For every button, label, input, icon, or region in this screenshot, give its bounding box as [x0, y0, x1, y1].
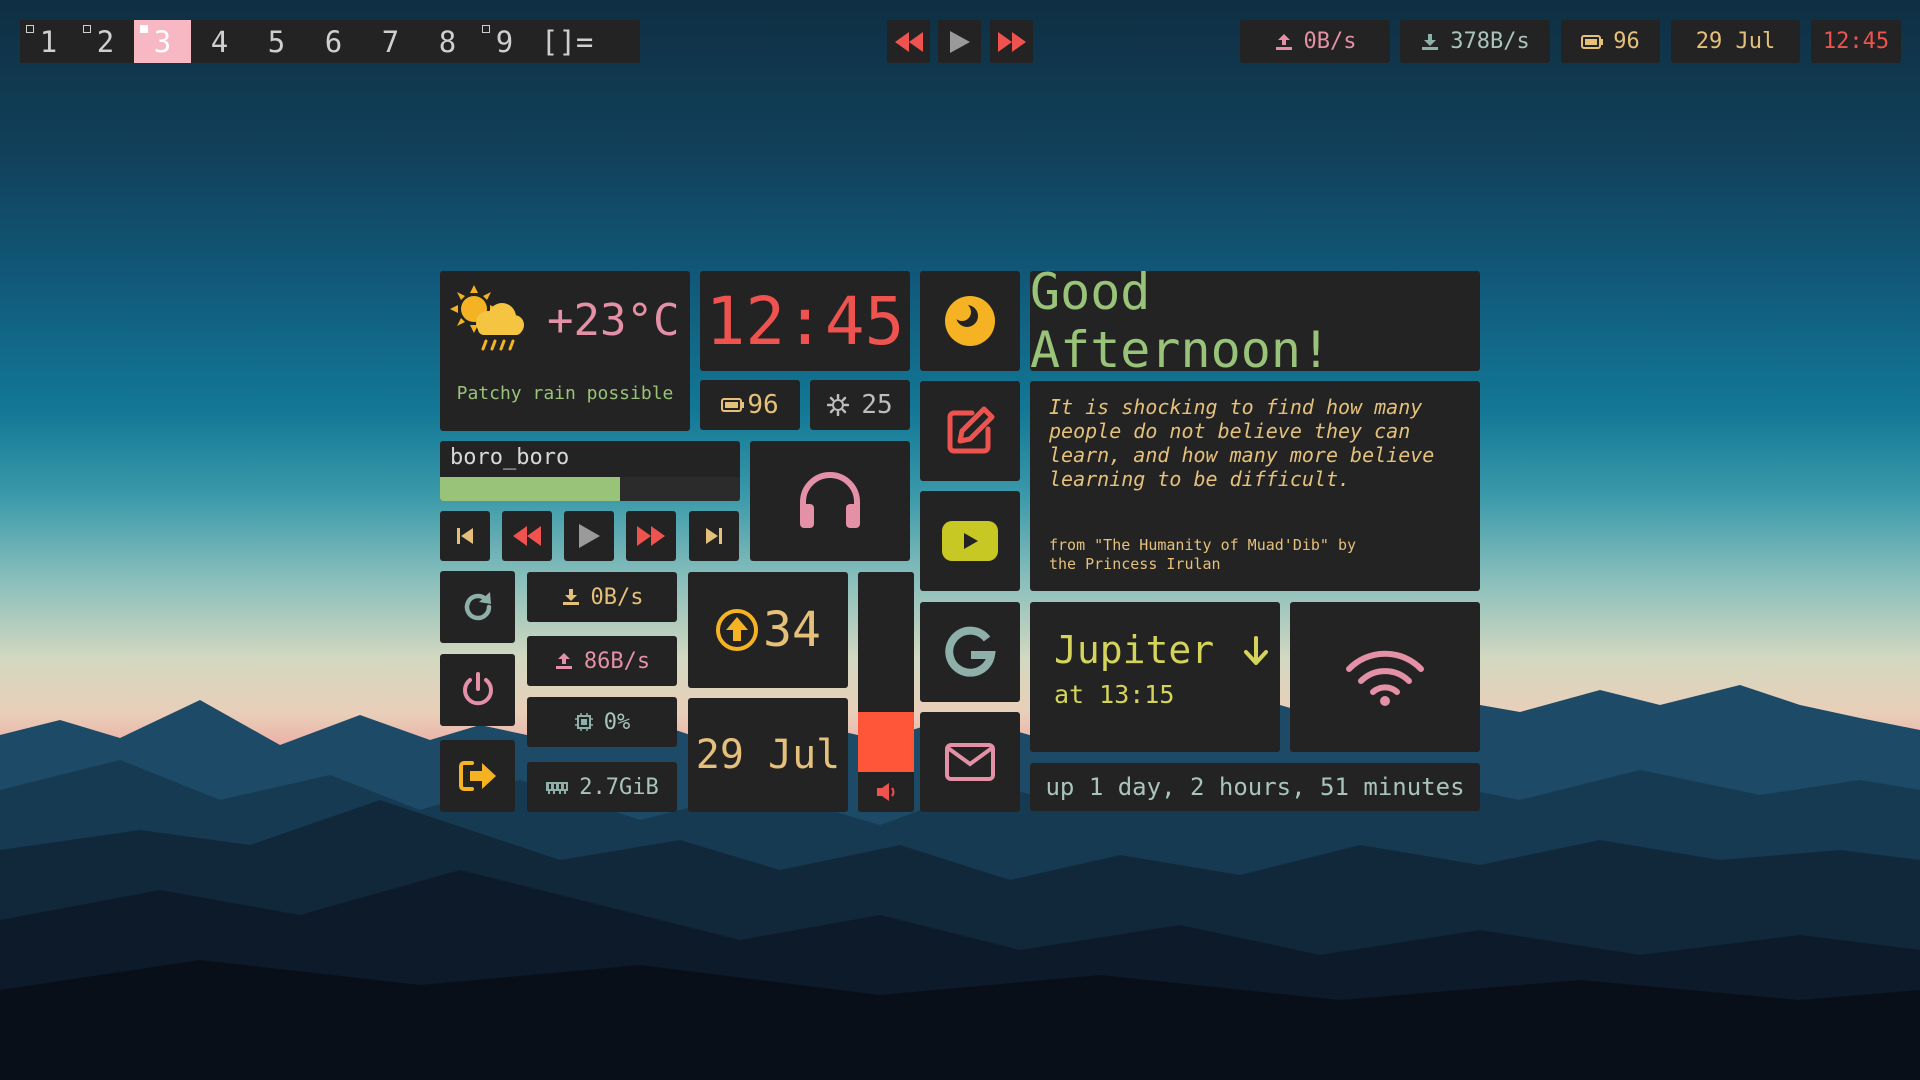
- updates-widget[interactable]: 34: [688, 572, 848, 688]
- ram-widget: 2.7GiB: [527, 762, 677, 812]
- music-progress-fill: [440, 477, 620, 501]
- volume-track[interactable]: [858, 572, 914, 772]
- upgrade-arrow-icon: [716, 609, 759, 651]
- memory-icon: [546, 782, 569, 794]
- occupied-indicator: [26, 25, 34, 33]
- youtube-launcher[interactable]: [920, 491, 1020, 591]
- song-title: boro_boro: [450, 445, 570, 470]
- quote-text: It is shocking to find how many people d…: [1049, 395, 1435, 491]
- rewind-icon: [513, 526, 541, 546]
- upload-speed-pill: 0B/s: [1240, 20, 1390, 63]
- layout-indicator[interactable]: []=: [541, 25, 593, 59]
- music-forward-button[interactable]: [626, 511, 676, 561]
- uptime-widget: up 1 day, 2 hours, 51 minutes: [1030, 763, 1480, 811]
- music-progress-track[interactable]: [440, 477, 740, 501]
- date-widget: 29 Jul: [688, 698, 848, 812]
- download-icon: [562, 589, 579, 605]
- volume-icon: [877, 783, 895, 801]
- workspace-tag-7[interactable]: 7: [362, 20, 419, 63]
- workspace-tag-6[interactable]: 6: [305, 20, 362, 63]
- temperature: +23°C: [547, 295, 680, 346]
- date-pill: 29 Jul: [1671, 20, 1800, 63]
- refresh-icon: [464, 592, 491, 621]
- power-button[interactable]: [440, 654, 515, 726]
- play-icon: [949, 30, 970, 53]
- music-previous-button[interactable]: [440, 511, 490, 561]
- mail-icon: [945, 743, 995, 781]
- quote-widget: It is shocking to find how many people d…: [1030, 381, 1480, 591]
- brightness-widget[interactable]: 25: [810, 380, 910, 430]
- upload-icon: [555, 653, 572, 669]
- music-info-widget: boro_boro: [440, 441, 740, 501]
- workspace-tag-8[interactable]: 8: [419, 20, 476, 63]
- mail-launcher[interactable]: [920, 712, 1020, 812]
- workspace-tag-2[interactable]: 2: [77, 20, 134, 63]
- cpu-widget: 0%: [527, 697, 677, 747]
- music-player-widget[interactable]: [750, 441, 910, 561]
- planet-time: at 13:15: [1054, 680, 1175, 709]
- workspace-tag-9[interactable]: 9: [476, 20, 533, 63]
- top-forward-button[interactable]: [990, 20, 1033, 63]
- logout-button[interactable]: [440, 740, 515, 812]
- occupied-indicator: [482, 25, 490, 33]
- upload-icon: [1275, 33, 1292, 50]
- download-speed-pill: 378B/s: [1400, 20, 1550, 63]
- fast-forward-icon: [637, 526, 665, 546]
- occupied-indicator: [140, 25, 148, 33]
- battery-pill: 96: [1561, 20, 1660, 63]
- battery-icon: [721, 398, 745, 412]
- volume-widget[interactable]: [858, 572, 914, 812]
- weather-widget: +23°C Patchy rain possible: [440, 271, 690, 431]
- weather-description: Patchy rain possible: [456, 383, 674, 404]
- time-pill: 12:45: [1811, 20, 1901, 63]
- top-play-button[interactable]: [938, 20, 981, 63]
- download-speed-widget: 0B/s: [527, 572, 677, 622]
- google-icon: [945, 626, 996, 677]
- firefox-launcher[interactable]: [920, 271, 1020, 371]
- editor-launcher[interactable]: [920, 381, 1020, 481]
- wifi-widget[interactable]: [1290, 602, 1480, 752]
- planet-widget: Jupiter at 13:15: [1030, 602, 1280, 752]
- power-icon: [462, 672, 493, 706]
- download-icon: [1422, 33, 1439, 50]
- cpu-icon: [574, 713, 593, 731]
- fast-forward-icon: [997, 31, 1026, 52]
- brightness-gear-icon: [827, 394, 850, 416]
- greeting-widget: Good Afternoon!: [1030, 263, 1480, 379]
- google-launcher[interactable]: [920, 602, 1020, 702]
- rewind-icon: [894, 31, 923, 52]
- play-icon: [579, 524, 600, 548]
- workspace-tag-4[interactable]: 4: [191, 20, 248, 63]
- battery-icon: [1581, 34, 1604, 49]
- firefox-icon: [945, 296, 995, 346]
- greeting-text: Good Afternoon!: [1030, 263, 1332, 379]
- wifi-icon: [1346, 650, 1424, 706]
- occupied-indicator: [83, 25, 91, 33]
- planet-name: Jupiter: [1054, 628, 1269, 672]
- headphones-icon: [800, 472, 860, 528]
- refresh-button[interactable]: [440, 571, 515, 643]
- workspace-bar: 1 2 3 4 5 6 7 8 9 []=: [20, 20, 640, 63]
- music-play-button[interactable]: [564, 511, 614, 561]
- logout-icon: [458, 761, 496, 791]
- clock-widget: 12:45: [700, 271, 910, 371]
- music-rewind-button[interactable]: [502, 511, 552, 561]
- top-rewind-button[interactable]: [887, 20, 930, 63]
- skip-previous-icon: [457, 528, 473, 544]
- skip-next-icon: [706, 528, 722, 544]
- volume-level-fill: [858, 712, 914, 772]
- workspace-tag-1[interactable]: 1: [20, 20, 77, 63]
- workspace-tag-3[interactable]: 3: [134, 20, 191, 63]
- arrow-down-icon: [1244, 636, 1269, 665]
- battery-widget: 96: [700, 380, 800, 430]
- quote-source: from "The Humanity of Muad'Dib" by the P…: [1049, 536, 1357, 573]
- upload-speed-widget: 86B/s: [527, 636, 677, 686]
- workspace-tag-5[interactable]: 5: [248, 20, 305, 63]
- partly-cloudy-rain-icon: [450, 285, 524, 351]
- clock-time: 12:45: [705, 282, 905, 360]
- music-next-button[interactable]: [689, 511, 739, 561]
- edit-icon: [947, 406, 995, 454]
- youtube-icon: [942, 521, 998, 561]
